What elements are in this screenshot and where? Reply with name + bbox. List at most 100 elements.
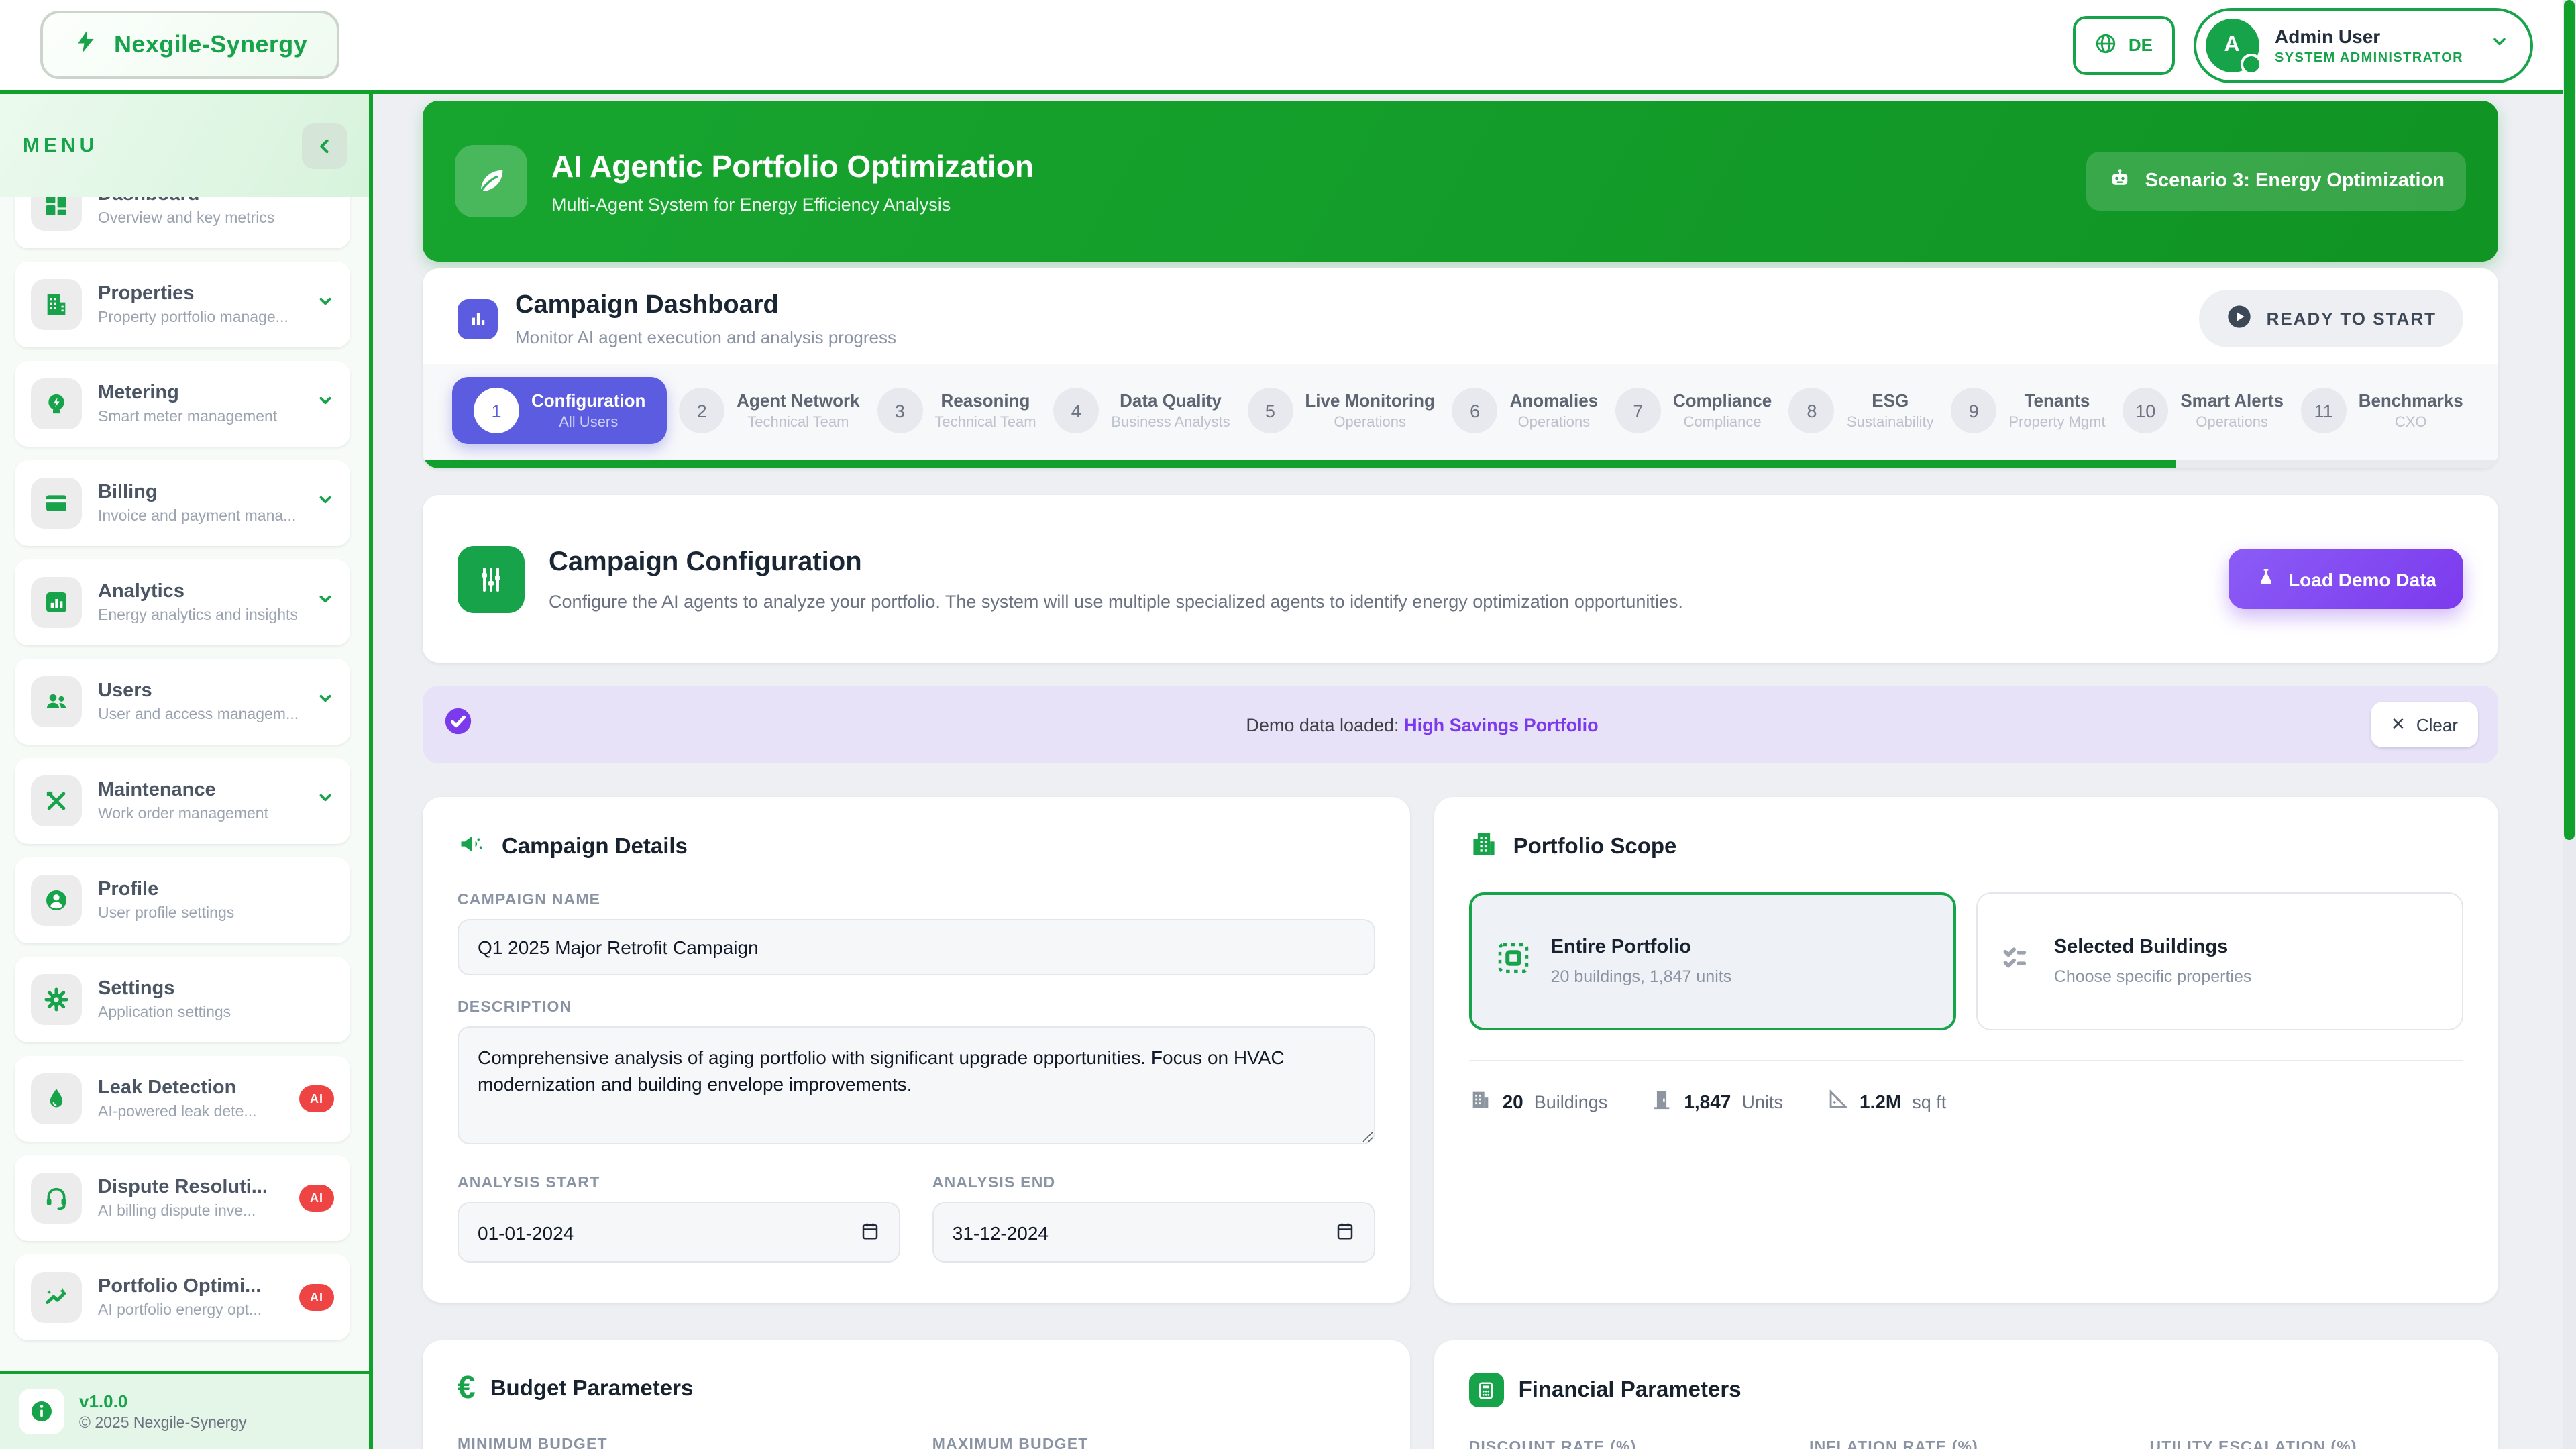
checklist-icon — [1999, 939, 2037, 983]
step-live-monitoring[interactable]: 5 Live MonitoringOperations — [1242, 377, 1440, 444]
sidebar-item-dashboard[interactable]: Dashboard Overview and key metrics — [15, 197, 350, 248]
step-configuration[interactable]: 1 ConfigurationAll Users — [452, 377, 667, 444]
sidebar-menu: Dashboard Overview and key metrics Prope… — [0, 197, 365, 1371]
sliders-icon — [458, 545, 525, 612]
portfolio-scope-card: Portfolio Scope Entire Portfolio 20 buil… — [1434, 797, 2498, 1303]
description-textarea[interactable]: Comprehensive analysis of aging portfoli… — [458, 1026, 1375, 1144]
sidebar-item-settings[interactable]: Settings Application settings — [15, 957, 350, 1042]
step-data-quality[interactable]: 4 Data QualityBusiness Analysts — [1048, 377, 1235, 444]
budget-parameters-card: € Budget Parameters MINIMUM BUDGET MAXIM… — [423, 1340, 1410, 1449]
step-smart-alerts[interactable]: 10 Smart AlertsOperations — [2117, 377, 2289, 444]
unit-door-icon — [1650, 1088, 1673, 1115]
financial-parameters-card: Financial Parameters DISCOUNT RATE (%) I… — [1434, 1340, 2498, 1449]
step-esg[interactable]: 8 ESGSustainability — [1784, 377, 1939, 444]
scrollbar-thumb[interactable] — [2564, 0, 2575, 841]
sidebar-collapse-button[interactable] — [302, 123, 347, 168]
sidebar-item-properties[interactable]: Properties Property portfolio manage... — [15, 262, 350, 347]
page-scrollbar[interactable] — [2563, 0, 2576, 1449]
play-circle-icon — [2226, 303, 2253, 334]
section-title: Campaign Dashboard — [515, 290, 896, 320]
dashboard-grid-icon — [31, 197, 82, 231]
user-role: SYSTEM ADMINISTRATOR — [2275, 50, 2463, 65]
stat-sqft: 1.2Msq ft — [1826, 1088, 1946, 1115]
clear-demo-button[interactable]: ✕ Clear — [2371, 702, 2478, 747]
step-anomalies[interactable]: 6 AnomaliesOperations — [1447, 377, 1604, 444]
step-agent-network[interactable]: 2 Agent NetworkTechnical Team — [674, 377, 865, 444]
progress-fill — [423, 460, 2176, 468]
chevron-down-icon — [317, 292, 334, 317]
language-switcher[interactable]: DE — [2074, 15, 2174, 74]
leaf-icon — [455, 145, 527, 217]
card-title: Budget Parameters — [490, 1376, 694, 1401]
chevron-down-icon — [317, 392, 334, 416]
step-reasoning[interactable]: 3 ReasoningTechnical Team — [871, 377, 1041, 444]
chevron-down-icon — [2490, 32, 2509, 58]
credit-card-icon — [31, 478, 82, 529]
sidebar-item-users[interactable]: Users User and access managem... — [15, 659, 350, 745]
scope-option-entire-portfolio[interactable]: Entire Portfolio 20 buildings, 1,847 uni… — [1469, 892, 1956, 1030]
campaign-details-card: Campaign Details CAMPAIGN NAME DESCRIPTI… — [423, 797, 1410, 1303]
top-header: Nexgile-Synergy DE A Admin User SYSTEM A… — [0, 0, 2563, 94]
campaign-name-input[interactable] — [458, 919, 1375, 975]
sidebar-item-profile[interactable]: Profile User profile settings — [15, 857, 350, 943]
portfolio-stats: 20Buildings 1,847Units 1.2Msq ft — [1469, 1088, 2463, 1115]
portfolio-link[interactable]: High Savings Portfolio — [1404, 714, 1599, 735]
minimum-budget-label: MINIMUM BUDGET — [458, 1437, 900, 1449]
campaign-name-label: CAMPAIGN NAME — [458, 892, 1375, 908]
smart-meter-icon — [31, 378, 82, 429]
buildings-icon — [1469, 829, 1499, 865]
sidebar-item-billing[interactable]: Billing Invoice and payment mana... — [15, 460, 350, 546]
menu-label: MENU — [23, 134, 98, 157]
step-tenants[interactable]: 9 TenantsProperty Mgmt — [1945, 377, 2110, 444]
stat-units: 1,847Units — [1650, 1088, 1783, 1115]
chevron-down-icon — [317, 491, 334, 515]
bolt-icon — [72, 28, 99, 62]
step-benchmarks[interactable]: 11 BenchmarksCXO — [2296, 377, 2469, 444]
calendar-icon[interactable] — [1335, 1220, 1355, 1244]
demo-loaded-text: Demo data loaded: High Savings Portfolio — [474, 714, 2371, 735]
avatar: A — [2205, 18, 2259, 72]
inflation-rate-label: INFLATION RATE (%) — [1809, 1440, 2123, 1449]
divider — [1469, 1060, 2463, 1061]
campaign-dashboard-card: Campaign Dashboard Monitor AI agent exec… — [423, 268, 2498, 468]
sidebar-footer: v1.0.0 © 2025 Nexgile-Synergy — [0, 1371, 369, 1449]
section-subtitle: Monitor AI agent execution and analysis … — [515, 327, 896, 347]
sidebar-item-portfolio-optimization[interactable]: Portfolio Optimi... AI portfolio energy … — [15, 1254, 350, 1340]
card-title: Campaign Details — [502, 835, 688, 860]
copyright: © 2025 Nexgile-Synergy — [79, 1415, 247, 1432]
tools-icon — [31, 775, 82, 826]
sidebar-item-dispute-resolution[interactable]: Dispute Resoluti... AI billing dispute i… — [15, 1155, 350, 1241]
online-status-dot — [2240, 53, 2261, 74]
bar-chart-icon — [31, 577, 82, 628]
scan-grid-icon — [1493, 938, 1534, 985]
ready-to-start-button[interactable]: READY TO START — [2200, 290, 2463, 347]
dashboard-chart-icon — [458, 299, 498, 339]
ruler-triangle-icon — [1826, 1088, 1849, 1115]
close-icon: ✕ — [2391, 714, 2406, 735]
calendar-icon[interactable] — [860, 1220, 880, 1244]
brand-logo[interactable]: Nexgile-Synergy — [40, 11, 339, 79]
building-icon — [31, 279, 82, 330]
headset-icon — [31, 1173, 82, 1224]
info-icon — [19, 1389, 64, 1434]
description-label: DESCRIPTION — [458, 1000, 1375, 1016]
analysis-end-label: ANALYSIS END — [932, 1175, 1375, 1191]
sidebar-item-analytics[interactable]: Analytics Energy analytics and insights — [15, 559, 350, 645]
sidebar-item-leak-detection[interactable]: Leak Detection AI-powered leak dete... A… — [15, 1056, 350, 1142]
scenario-badge[interactable]: Scenario 3: Energy Optimization — [2086, 152, 2466, 211]
chevron-down-icon — [317, 789, 334, 813]
check-circle-icon — [443, 706, 474, 743]
users-icon — [31, 676, 82, 727]
sidebar-item-maintenance[interactable]: Maintenance Work order management — [15, 758, 350, 844]
load-demo-data-button[interactable]: Load Demo Data — [2228, 549, 2463, 609]
analysis-end-input[interactable]: 31-12-2024 — [932, 1202, 1375, 1263]
step-compliance[interactable]: 7 ComplianceCompliance — [1610, 377, 1777, 444]
page-title: AI Agentic Portfolio Optimization — [551, 148, 1034, 184]
megaphone-icon — [458, 829, 487, 865]
scope-option-selected-buildings[interactable]: Selected Buildings Choose specific prope… — [1976, 892, 2463, 1030]
sidebar-item-metering[interactable]: Metering Smart meter management — [15, 361, 350, 447]
user-menu[interactable]: A Admin User SYSTEM ADMINISTRATOR — [2193, 7, 2533, 83]
discount-rate-label: DISCOUNT RATE (%) — [1469, 1440, 1782, 1449]
campaign-configuration-card: Campaign Configuration Configure the AI … — [423, 495, 2498, 663]
analysis-start-input[interactable]: 01-01-2024 — [458, 1202, 900, 1263]
